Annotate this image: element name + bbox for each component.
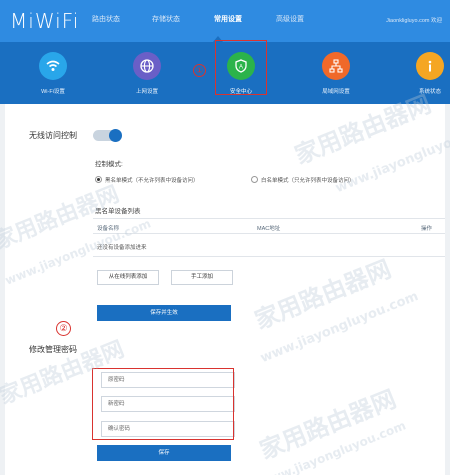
blacklist-mode-label[interactable]: 黑名单模式（不允许列表中设备访问） bbox=[105, 176, 199, 184]
tile-internet-settings[interactable]: 上网设置 bbox=[117, 52, 177, 95]
nav-common-settings[interactable]: 常用设置 bbox=[214, 14, 242, 24]
info-icon bbox=[416, 52, 444, 80]
tile-lan-settings[interactable]: 局域网设置 bbox=[306, 52, 366, 95]
radio-blacklist-mode[interactable] bbox=[95, 176, 102, 183]
tile-wifi-settings[interactable]: Wi-Fi设置 bbox=[23, 52, 83, 95]
annotation-highlight-password bbox=[92, 368, 234, 440]
wireless-control-toggle[interactable] bbox=[93, 129, 122, 142]
save-and-apply-button[interactable]: 保存并生效 bbox=[97, 305, 231, 321]
annotation-marker-2: ② bbox=[56, 321, 71, 336]
admin-password-title: 修改管理密码 bbox=[29, 345, 77, 354]
column-actions: 操作 bbox=[421, 226, 433, 232]
save-password-button[interactable]: 保存 bbox=[97, 445, 231, 461]
nav-advanced-settings[interactable]: 高级设置 bbox=[276, 14, 304, 24]
annotation-marker-1: ① bbox=[193, 64, 206, 77]
tile-system-status[interactable]: 系统状态 bbox=[400, 52, 450, 95]
account-info[interactable]: Jiaonkligluyo.com 欢迎 bbox=[386, 16, 442, 24]
column-mac-address: MAC地址 bbox=[257, 226, 281, 232]
annotation-highlight-security bbox=[215, 40, 267, 95]
blacklist-device-list-title: 黑名单设备列表 bbox=[95, 208, 141, 215]
network-icon bbox=[322, 52, 350, 80]
wireless-control-title: 无线访问控制 bbox=[29, 131, 77, 140]
empty-list-text: 还没有设备添加进来 bbox=[97, 245, 147, 251]
column-device-name: 设备名称 bbox=[97, 226, 120, 232]
add-manually-button[interactable]: 手工添加 bbox=[171, 270, 233, 285]
nav-router-status[interactable]: 路由状态 bbox=[92, 14, 120, 24]
wifi-icon bbox=[39, 52, 67, 80]
miwifi-logo: MiWiFi bbox=[10, 9, 80, 33]
whitelist-mode-label[interactable]: 白名单模式（只允许列表中设备访问） bbox=[261, 176, 355, 184]
divider bbox=[93, 256, 445, 257]
nav-storage-status[interactable]: 存储状态 bbox=[152, 14, 180, 24]
divider bbox=[93, 233, 445, 234]
toggle-knob bbox=[109, 129, 122, 142]
tile-label: Wi-Fi设置 bbox=[41, 89, 65, 95]
divider bbox=[93, 218, 445, 219]
add-from-online-list-button[interactable]: 从在线列表添加 bbox=[97, 270, 159, 285]
control-mode-label: 控制模式: bbox=[95, 161, 123, 168]
globe-icon bbox=[133, 52, 161, 80]
radio-whitelist-mode[interactable] bbox=[251, 176, 258, 183]
tile-label: 系统状态 bbox=[418, 89, 441, 95]
tile-label: 上网设置 bbox=[135, 89, 158, 95]
tile-label: 局域网设置 bbox=[322, 89, 350, 95]
top-nav-bar: MiWiFi 路由状态 存储状态 常用设置 高级设置 Jiaonkligluyo… bbox=[0, 0, 450, 42]
